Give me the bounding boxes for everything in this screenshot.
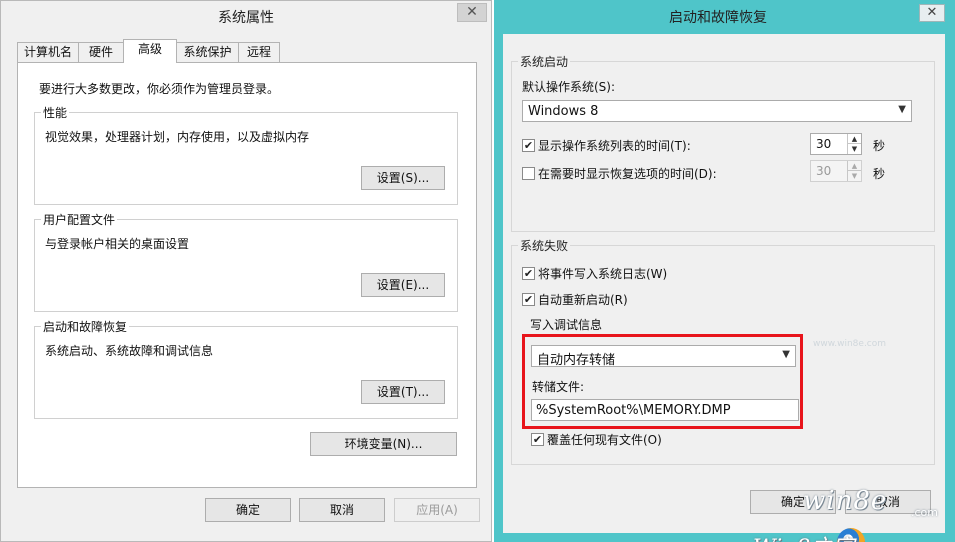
- os-list-time-stepper[interactable]: 30 ▲ ▼: [810, 133, 862, 155]
- ok-button[interactable]: 确定: [205, 498, 291, 522]
- default-os-select[interactable]: Windows 8 ▼: [522, 100, 912, 122]
- apply-button[interactable]: 应用(A): [394, 498, 480, 522]
- tab-advanced[interactable]: 高级: [123, 39, 177, 63]
- admin-notice: 要进行大多数更改，你必须作为管理员登录。: [39, 82, 280, 96]
- debug-info-label: 写入调试信息: [528, 316, 605, 333]
- dialog-body: 系统启动 默认操作系统(S): Windows 8 ▼ ✔ 显示操作系统列表的时…: [503, 34, 945, 542]
- recovery-time-value: 30: [816, 164, 832, 178]
- window-title: 系统属性: [218, 10, 274, 26]
- watermark-sub: Win8之家: [753, 530, 854, 542]
- highlight-box: [522, 334, 803, 429]
- spin-up-icon[interactable]: ▲: [847, 134, 861, 144]
- user-profiles-settings-button[interactable]: 设置(E)...: [361, 273, 445, 297]
- write-event-label: 将事件写入系统日志(W): [538, 267, 668, 281]
- tab-computer-name[interactable]: 计算机名: [17, 42, 79, 62]
- system-properties-window: 系统属性 ✕ 计算机名 硬件 高级 系统保护 远程 要进行大多数更改，你必须作为…: [0, 0, 492, 542]
- close-icon[interactable]: ✕: [919, 4, 945, 22]
- os-list-time-value: 30: [816, 137, 832, 151]
- title-bar: 启动和故障恢复 ✕: [494, 0, 955, 34]
- environment-variables-button[interactable]: 环境变量(N)...: [310, 432, 457, 456]
- spin-up-icon[interactable]: ▲: [847, 161, 861, 171]
- watermark-domain: .com: [911, 506, 938, 519]
- title-bar: 系统属性 ✕: [1, 1, 491, 31]
- user-profiles-desc: 与登录帐户相关的桌面设置: [45, 237, 190, 251]
- os-list-time-unit: 秒: [873, 139, 886, 153]
- watermark-main: win8e: [803, 486, 888, 516]
- spin-down-icon[interactable]: ▼: [847, 144, 861, 154]
- overwrite-checkbox[interactable]: ✔: [531, 433, 544, 446]
- performance-group: 性能 视觉效果，处理器计划，内存使用，以及虚拟内存 设置(S)...: [34, 104, 458, 205]
- spin-down-icon[interactable]: ▼: [847, 171, 861, 181]
- auto-restart-checkbox[interactable]: ✔: [522, 293, 535, 306]
- performance-desc: 视觉效果，处理器计划，内存使用，以及虚拟内存: [45, 130, 310, 144]
- overwrite-label: 覆盖任何现有文件(O): [547, 433, 662, 447]
- show-os-list-checkbox[interactable]: ✔: [522, 139, 535, 152]
- system-startup-group: 系统启动 默认操作系统(S): Windows 8 ▼ ✔ 显示操作系统列表的时…: [511, 53, 935, 232]
- startup-recovery-group: 启动和故障恢复 系统启动、系统故障和调试信息 设置(T)...: [34, 318, 458, 419]
- startup-recovery-window: 启动和故障恢复 ✕ 系统启动 默认操作系统(S): Windows 8 ▼ ✔ …: [494, 0, 955, 542]
- system-failure-label: 系统失败: [518, 237, 571, 254]
- user-profiles-group: 用户配置文件 与登录帐户相关的桌面设置 设置(E)...: [34, 211, 458, 312]
- tab-remote[interactable]: 远程: [238, 42, 280, 62]
- performance-settings-button[interactable]: 设置(S)...: [361, 166, 445, 190]
- startup-recovery-desc: 系统启动、系统故障和调试信息: [45, 344, 214, 358]
- tab-hardware[interactable]: 硬件: [78, 42, 124, 62]
- performance-label: 性能: [41, 104, 70, 121]
- watermark-faint-text: www.win8e.com: [813, 339, 887, 349]
- show-os-list-label: 显示操作系统列表的时间(T):: [538, 139, 691, 153]
- startup-recovery-settings-button[interactable]: 设置(T)...: [361, 380, 445, 404]
- write-event-checkbox[interactable]: ✔: [522, 267, 535, 280]
- recovery-time-stepper[interactable]: 30 ▲ ▼: [810, 160, 862, 182]
- auto-restart-label: 自动重新启动(R): [538, 293, 628, 307]
- show-recovery-label: 在需要时显示恢复选项的时间(D):: [538, 167, 717, 181]
- default-os-label: 默认操作系统(S):: [522, 80, 616, 94]
- default-os-value: Windows 8: [528, 104, 599, 119]
- startup-recovery-label: 启动和故障恢复: [41, 318, 130, 335]
- chevron-down-icon: ▼: [898, 104, 906, 115]
- show-recovery-checkbox[interactable]: [522, 167, 535, 180]
- cancel-button[interactable]: 取消: [299, 498, 385, 522]
- advanced-panel: 要进行大多数更改，你必须作为管理员登录。 性能 视觉效果，处理器计划，内存使用，…: [17, 62, 477, 488]
- close-icon[interactable]: ✕: [457, 3, 487, 22]
- window-title: 启动和故障恢复: [669, 10, 767, 26]
- user-profiles-label: 用户配置文件: [41, 211, 118, 228]
- tab-system-protection[interactable]: 系统保护: [176, 42, 239, 62]
- system-startup-label: 系统启动: [518, 53, 571, 70]
- recovery-time-unit: 秒: [873, 167, 886, 181]
